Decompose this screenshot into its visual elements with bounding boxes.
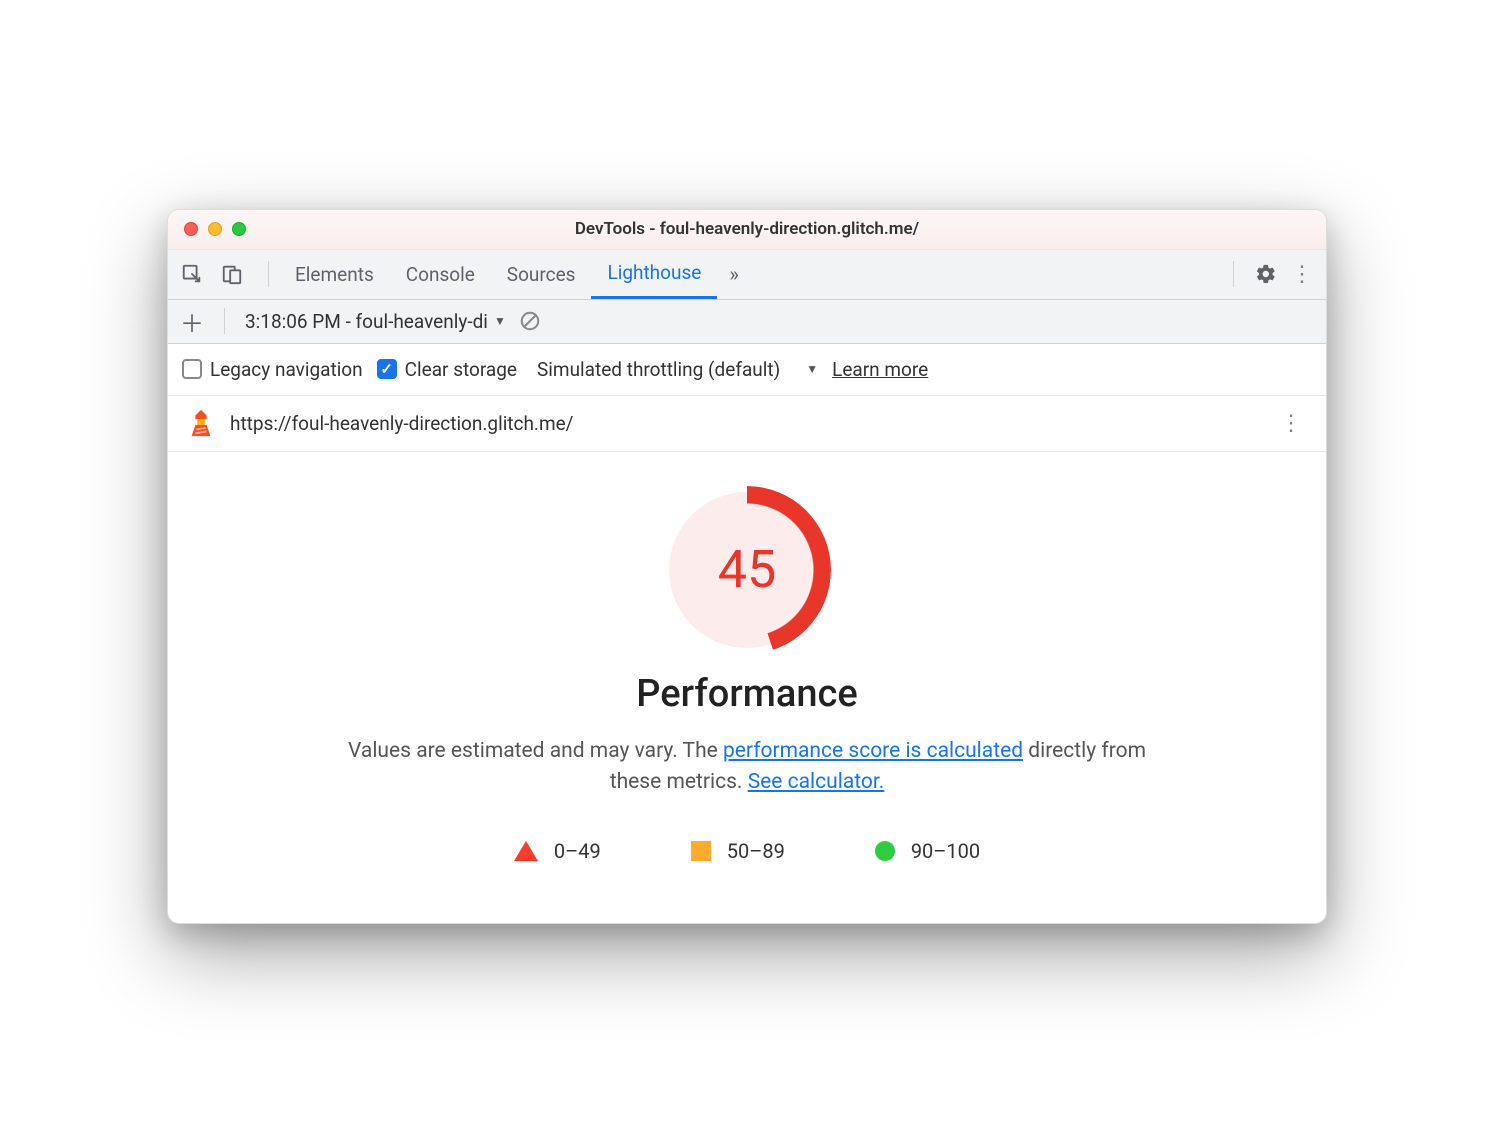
traffic-lights <box>184 222 246 236</box>
legend-pass: 90–100 <box>875 839 980 863</box>
tabs-right-controls: ⋮ <box>1223 260 1316 288</box>
square-icon <box>691 841 711 861</box>
separator <box>224 308 225 334</box>
zoom-window-button[interactable] <box>232 222 246 236</box>
separator <box>1233 261 1234 287</box>
lighthouse-options-bar: Legacy navigation Clear storage Simulate… <box>168 344 1326 396</box>
report-selector-label: 3:18:06 PM - foul-heavenly-di <box>245 310 488 333</box>
settings-gear-icon[interactable] <box>1252 260 1280 288</box>
score-legend: 0–49 50–89 90–100 <box>208 839 1286 863</box>
report-selector[interactable]: 3:18:06 PM - foul-heavenly-di ▼ <box>245 310 506 333</box>
clear-icon[interactable] <box>516 307 544 335</box>
inspect-element-icon[interactable] <box>178 260 206 288</box>
legend-fail-label: 0–49 <box>554 839 601 863</box>
clear-storage-label: Clear storage <box>405 358 517 381</box>
performance-gauge[interactable]: 45 <box>208 492 1286 648</box>
lighthouse-subbar: ＋ 3:18:06 PM - foul-heavenly-di ▼ <box>168 300 1326 344</box>
minimize-window-button[interactable] <box>208 222 222 236</box>
device-toolbar-icon[interactable] <box>218 260 246 288</box>
lighthouse-logo-icon <box>186 408 216 438</box>
desc-text-1: Values are estimated and may vary. The <box>348 739 723 763</box>
chevron-down-icon: ▼ <box>806 362 818 376</box>
window-title: DevTools - foul-heavenly-direction.glitc… <box>168 219 1326 239</box>
legacy-navigation-checkbox[interactable] <box>182 359 202 379</box>
legend-pass-label: 90–100 <box>911 839 980 863</box>
score-calculated-link[interactable]: performance score is calculated <box>723 739 1023 763</box>
tab-lighthouse[interactable]: Lighthouse <box>591 249 717 299</box>
tab-sources[interactable]: Sources <box>491 249 592 299</box>
separator <box>268 261 269 287</box>
performance-score: 45 <box>669 492 825 648</box>
clear-storage-checkbox[interactable] <box>377 359 397 379</box>
lighthouse-report: 45 Performance Values are estimated and … <box>168 452 1326 923</box>
titlebar: DevTools - foul-heavenly-direction.glitc… <box>168 210 1326 250</box>
report-url: https://foul-heavenly-direction.glitch.m… <box>230 412 1260 435</box>
close-window-button[interactable] <box>184 222 198 236</box>
performance-description: Values are estimated and may vary. The p… <box>337 736 1157 799</box>
performance-title: Performance <box>208 672 1286 716</box>
devtools-tabs: Elements Console Sources Lighthouse » ⋮ <box>168 250 1326 300</box>
legend-avg-label: 50–89 <box>727 839 785 863</box>
learn-more-link[interactable]: Learn more <box>832 358 928 381</box>
see-calculator-link[interactable]: See calculator. <box>748 770 885 794</box>
throttling-selector[interactable]: Simulated throttling (default) ▼ <box>537 358 818 381</box>
new-report-button[interactable]: ＋ <box>180 304 204 339</box>
chevron-down-icon: ▼ <box>494 314 506 328</box>
legacy-navigation-option: Legacy navigation <box>182 358 363 381</box>
more-menu-icon[interactable]: ⋮ <box>1288 260 1316 288</box>
devtools-window: DevTools - foul-heavenly-direction.glitc… <box>167 209 1327 924</box>
report-url-row: https://foul-heavenly-direction.glitch.m… <box>168 396 1326 452</box>
triangle-icon <box>514 841 538 861</box>
tab-elements[interactable]: Elements <box>279 249 390 299</box>
report-menu-icon[interactable]: ⋮ <box>1274 411 1308 436</box>
tab-console[interactable]: Console <box>390 249 491 299</box>
tabs-overflow-icon[interactable]: » <box>717 262 750 286</box>
legend-fail: 0–49 <box>514 839 601 863</box>
legacy-navigation-label: Legacy navigation <box>210 358 363 381</box>
clear-storage-option: Clear storage <box>377 358 517 381</box>
circle-icon <box>875 841 895 861</box>
tabs-left-controls <box>178 260 279 288</box>
legend-average: 50–89 <box>691 839 785 863</box>
throttling-label: Simulated throttling (default) <box>537 358 780 381</box>
